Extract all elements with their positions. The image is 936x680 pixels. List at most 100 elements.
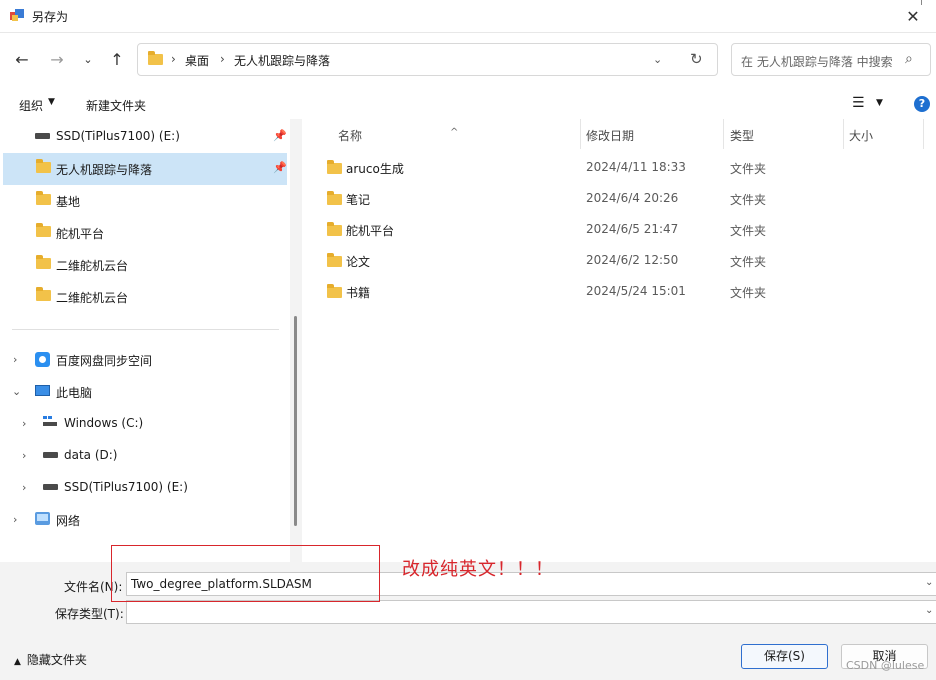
chevron-right-icon[interactable]: › — [22, 481, 26, 494]
sidebar-item-gimbal-2[interactable]: 二维舵机云台 — [3, 281, 287, 313]
chevron-right-icon[interactable]: › — [13, 353, 17, 366]
folder-icon — [36, 159, 51, 173]
file-type: 文件夹 — [730, 162, 767, 176]
column-header-type[interactable]: 类型 — [723, 119, 843, 149]
up-button[interactable]: ↑ — [105, 47, 129, 71]
address-dropdown-icon[interactable]: ⌄ — [653, 53, 662, 66]
pin-icon[interactable]: 📌 — [273, 161, 287, 174]
annotation-box — [111, 545, 380, 602]
column-header-size[interactable]: 大小 — [843, 119, 923, 149]
file-list: ^ 名称 修改日期 类型 大小 aruco生成 2024/4/11 18:33 … — [302, 119, 936, 562]
folder-icon — [36, 287, 51, 301]
chevron-down-icon[interactable]: ⌄ — [12, 385, 21, 398]
help-icon[interactable]: ? — [914, 96, 930, 112]
view-options-icon[interactable]: ☰ — [852, 95, 865, 111]
command-bar: 组织 ▼ 新建文件夹 ☰ ▼ ? — [0, 89, 936, 119]
file-date: 2024/6/5 21:47 — [586, 222, 679, 236]
file-date: 2024/6/4 20:26 — [586, 191, 679, 205]
drive-icon — [43, 452, 58, 458]
column-header-name[interactable]: ^ 名称 — [302, 119, 580, 149]
save-button[interactable]: 保存(S) — [741, 644, 828, 669]
file-name: 舵机平台 — [346, 224, 395, 238]
save-as-app-icon — [10, 9, 24, 21]
sidebar-scrollbar[interactable] — [290, 119, 302, 562]
sidebar-item-base[interactable]: 基地 — [3, 185, 287, 217]
file-row[interactable]: 舵机平台 2024/6/5 21:47 文件夹 — [302, 214, 936, 245]
sidebar-item-label: 二维舵机云台 — [56, 291, 129, 305]
sidebar-item-servo-platform[interactable]: 舵机平台 — [3, 217, 287, 249]
file-date: 2024/4/11 18:33 — [586, 160, 686, 174]
close-icon: ✕ — [906, 7, 920, 26]
breadcrumb-desktop[interactable]: 桌面 — [185, 52, 209, 69]
caret-up-icon: ▲ — [14, 657, 21, 667]
sidebar-item-label: 二维舵机云台 — [56, 259, 129, 273]
sidebar-item-drive-e[interactable]: › SSD(TiPlus7100) (E:) — [3, 472, 287, 504]
file-name: 笔记 — [346, 193, 371, 207]
sidebar-item-network[interactable]: › 网络 — [3, 504, 287, 536]
search-icon: ⌕ — [905, 51, 913, 67]
column-header-date[interactable]: 修改日期 — [580, 119, 723, 149]
caret-down-icon[interactable]: ▼ — [876, 98, 883, 108]
chevron-right-icon[interactable]: › — [13, 513, 17, 526]
address-bar[interactable]: › 桌面 › 无人机跟踪与降落 ⌄ ↻ — [137, 43, 718, 76]
breadcrumb-current-folder[interactable]: 无人机跟踪与降落 — [234, 52, 330, 69]
sidebar-item-label: SSD(TiPlus7100) (E:) — [64, 480, 188, 494]
chevron-right-icon: › — [171, 52, 176, 66]
forward-button[interactable]: → — [45, 47, 69, 71]
chevron-right-icon[interactable]: › — [22, 449, 26, 462]
file-type: 文件夹 — [730, 255, 767, 269]
file-row[interactable]: 笔记 2024/6/4 20:26 文件夹 — [302, 183, 936, 214]
sidebar-item-label: 百度网盘同步空间 — [56, 354, 153, 368]
file-row[interactable]: 论文 2024/6/2 12:50 文件夹 — [302, 245, 936, 276]
folder-icon — [36, 191, 51, 205]
divider — [12, 329, 279, 330]
sort-ascending-icon: ^ — [450, 127, 459, 138]
chevron-down-icon[interactable]: ⌄ — [925, 605, 933, 616]
folder-icon — [327, 284, 342, 298]
back-button[interactable]: ← — [10, 47, 34, 71]
sidebar-item-gimbal-1[interactable]: 二维舵机云台 — [3, 249, 287, 281]
file-name: 书籍 — [346, 286, 371, 300]
file-type: 文件夹 — [730, 193, 767, 207]
navigation-bar: ← → ⌄ ↑ › 桌面 › 无人机跟踪与降落 ⌄ ↻ 在 无人机跟踪与降落 中… — [0, 33, 936, 89]
sidebar-item-this-pc[interactable]: ⌄ 此电脑 — [3, 376, 287, 408]
sidebar-item-current-folder[interactable]: 无人机跟踪与降落 📌 — [3, 153, 287, 185]
chevron-right-icon: › — [220, 52, 225, 66]
sidebar-item-ssd-pinned[interactable]: SSD(TiPlus7100) (E:) 📌 — [3, 121, 287, 153]
search-box[interactable]: 在 无人机跟踪与降落 中搜索 ⌕ — [731, 43, 931, 76]
chevron-right-icon[interactable]: › — [22, 417, 26, 430]
filetype-select[interactable]: ⌄ — [126, 600, 936, 624]
refresh-icon[interactable]: ↻ — [690, 50, 703, 68]
file-name: aruco生成 — [346, 162, 404, 176]
navigation-pane: SSD(TiPlus7100) (E:) 📌 无人机跟踪与降落 📌 基地 舵机平… — [0, 119, 302, 562]
sidebar-item-label: 基地 — [56, 195, 81, 209]
file-date: 2024/6/2 12:50 — [586, 253, 679, 267]
arrow-up-icon: ↑ — [110, 49, 124, 69]
sidebar-item-label: 此电脑 — [56, 386, 93, 400]
window-title: 另存为 — [32, 10, 69, 24]
file-row[interactable]: 书籍 2024/5/24 15:01 文件夹 — [302, 276, 936, 307]
scrollbar-thumb[interactable] — [294, 316, 297, 526]
arrow-right-icon: → — [50, 49, 64, 69]
file-row[interactable]: aruco生成 2024/4/11 18:33 文件夹 — [302, 152, 936, 183]
annotation-text: 改成纯英文！！！ — [402, 559, 554, 580]
folder-icon — [327, 222, 342, 236]
network-icon — [35, 512, 50, 525]
chevron-down-icon[interactable]: ⌄ — [925, 577, 933, 588]
sidebar-item-label: data (D:) — [64, 448, 118, 462]
sidebar-item-drive-d[interactable]: › data (D:) — [3, 440, 287, 472]
file-name: 论文 — [346, 255, 371, 269]
sidebar-item-baidu-netdisk[interactable]: › 百度网盘同步空间 — [3, 344, 287, 376]
folder-icon — [327, 191, 342, 205]
sidebar-item-drive-c[interactable]: › Windows (C:) — [3, 408, 287, 440]
drive-icon — [43, 484, 58, 490]
close-button[interactable]: ✕ — [890, 0, 936, 33]
sidebar-item-label: 舵机平台 — [56, 227, 105, 241]
organize-menu[interactable]: 组织 — [19, 97, 43, 114]
new-folder-button[interactable]: 新建文件夹 — [86, 97, 146, 114]
hide-folders-toggle[interactable]: ▲ 隐藏文件夹 — [14, 651, 87, 668]
recent-locations-button[interactable]: ⌄ — [76, 47, 100, 71]
sidebar-item-label: 网络 — [56, 514, 81, 528]
pin-icon[interactable]: 📌 — [273, 129, 287, 142]
baidu-netdisk-icon — [35, 352, 50, 367]
